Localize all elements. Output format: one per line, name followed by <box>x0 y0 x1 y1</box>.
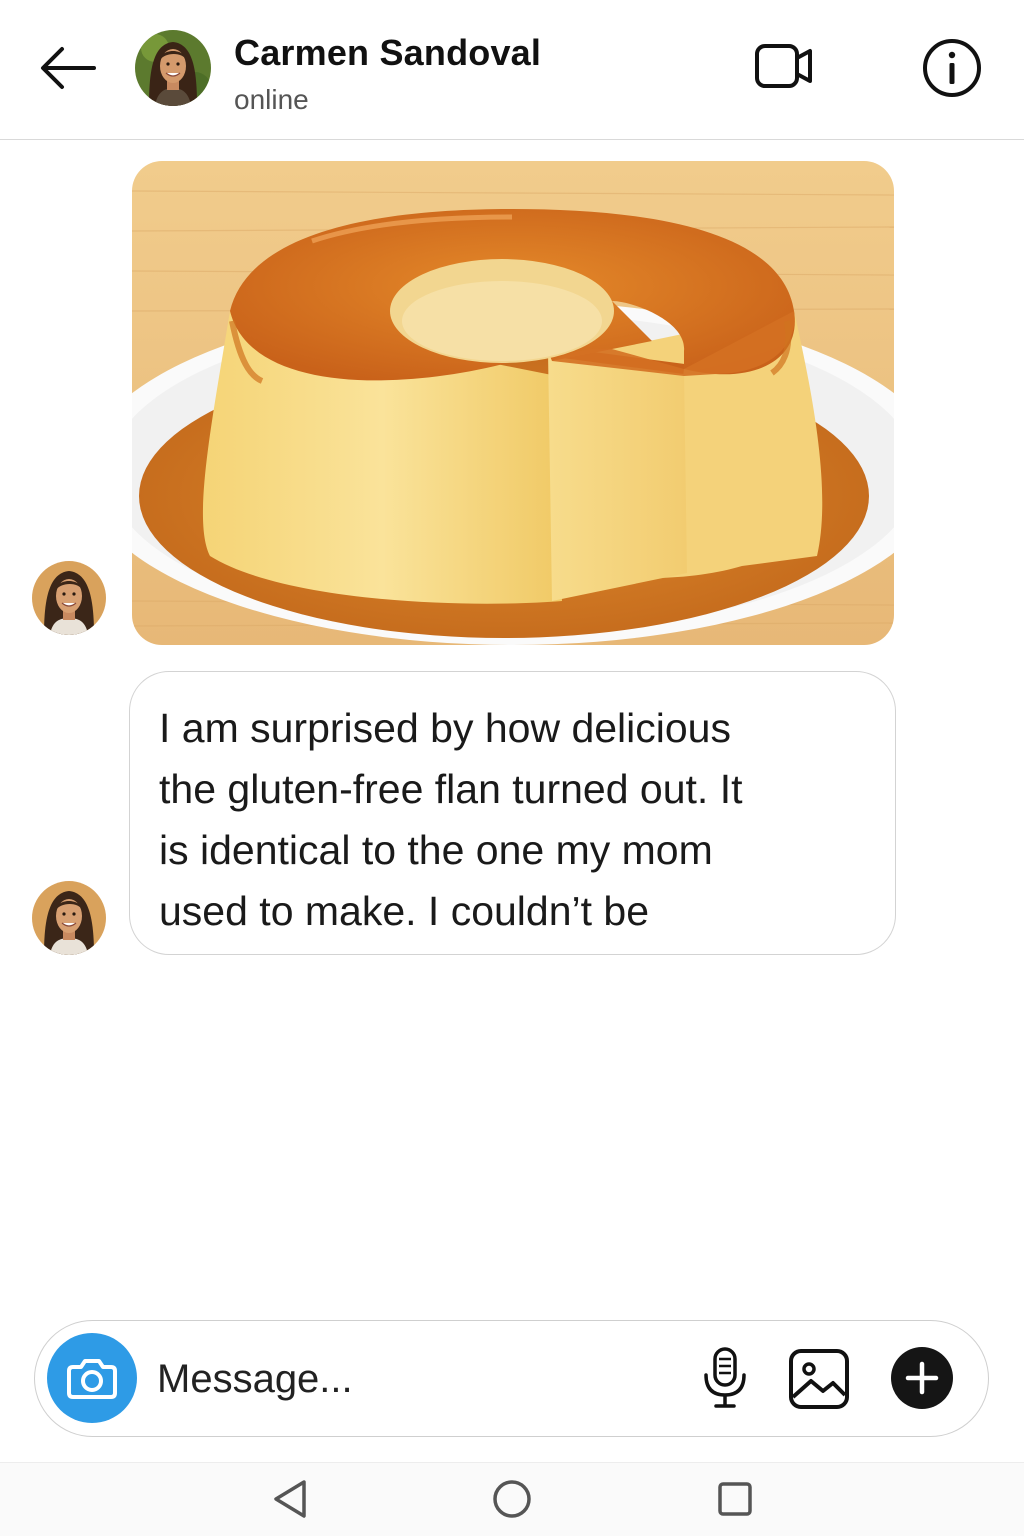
message-bubble[interactable]: I am surprised by how delicious the glut… <box>129 671 896 955</box>
sender-avatar[interactable] <box>32 561 106 635</box>
video-call-button[interactable] <box>752 38 816 94</box>
image-gallery-icon <box>789 1349 849 1409</box>
sender-avatar[interactable] <box>32 881 106 955</box>
flan-photo[interactable] <box>132 161 894 645</box>
arrow-left-icon <box>41 47 96 89</box>
camera-button[interactable] <box>47 1333 137 1423</box>
info-icon <box>923 39 981 97</box>
back-button[interactable] <box>36 40 100 96</box>
add-attachment-button[interactable] <box>891 1347 953 1409</box>
message-composer <box>34 1320 989 1437</box>
contact-status: online <box>234 84 309 115</box>
plus-icon <box>905 1361 939 1395</box>
recents-square-icon <box>718 1482 752 1516</box>
info-button[interactable] <box>920 36 984 100</box>
back-triangle-icon <box>274 1480 306 1518</box>
nav-back-button[interactable] <box>268 1477 312 1521</box>
gallery-button[interactable] <box>787 1347 851 1411</box>
microphone-button[interactable] <box>695 1345 755 1411</box>
message-input[interactable] <box>157 1349 677 1409</box>
contact-avatar[interactable] <box>135 30 211 106</box>
chat-screen: Carmen Sandoval online I am surprised by… <box>0 0 1024 1536</box>
home-circle-icon <box>493 1480 531 1518</box>
camera-icon <box>67 1359 117 1399</box>
message-text: I am surprised by how delicious the glut… <box>159 705 743 934</box>
contact-name[interactable]: Carmen Sandoval <box>234 32 541 74</box>
system-navigation-bar <box>0 1462 1024 1536</box>
video-call-icon <box>755 44 812 88</box>
nav-home-button[interactable] <box>490 1477 534 1521</box>
nav-recents-button[interactable] <box>713 1477 757 1521</box>
microphone-icon <box>704 1347 746 1408</box>
chat-header: Carmen Sandoval online <box>0 0 1024 140</box>
